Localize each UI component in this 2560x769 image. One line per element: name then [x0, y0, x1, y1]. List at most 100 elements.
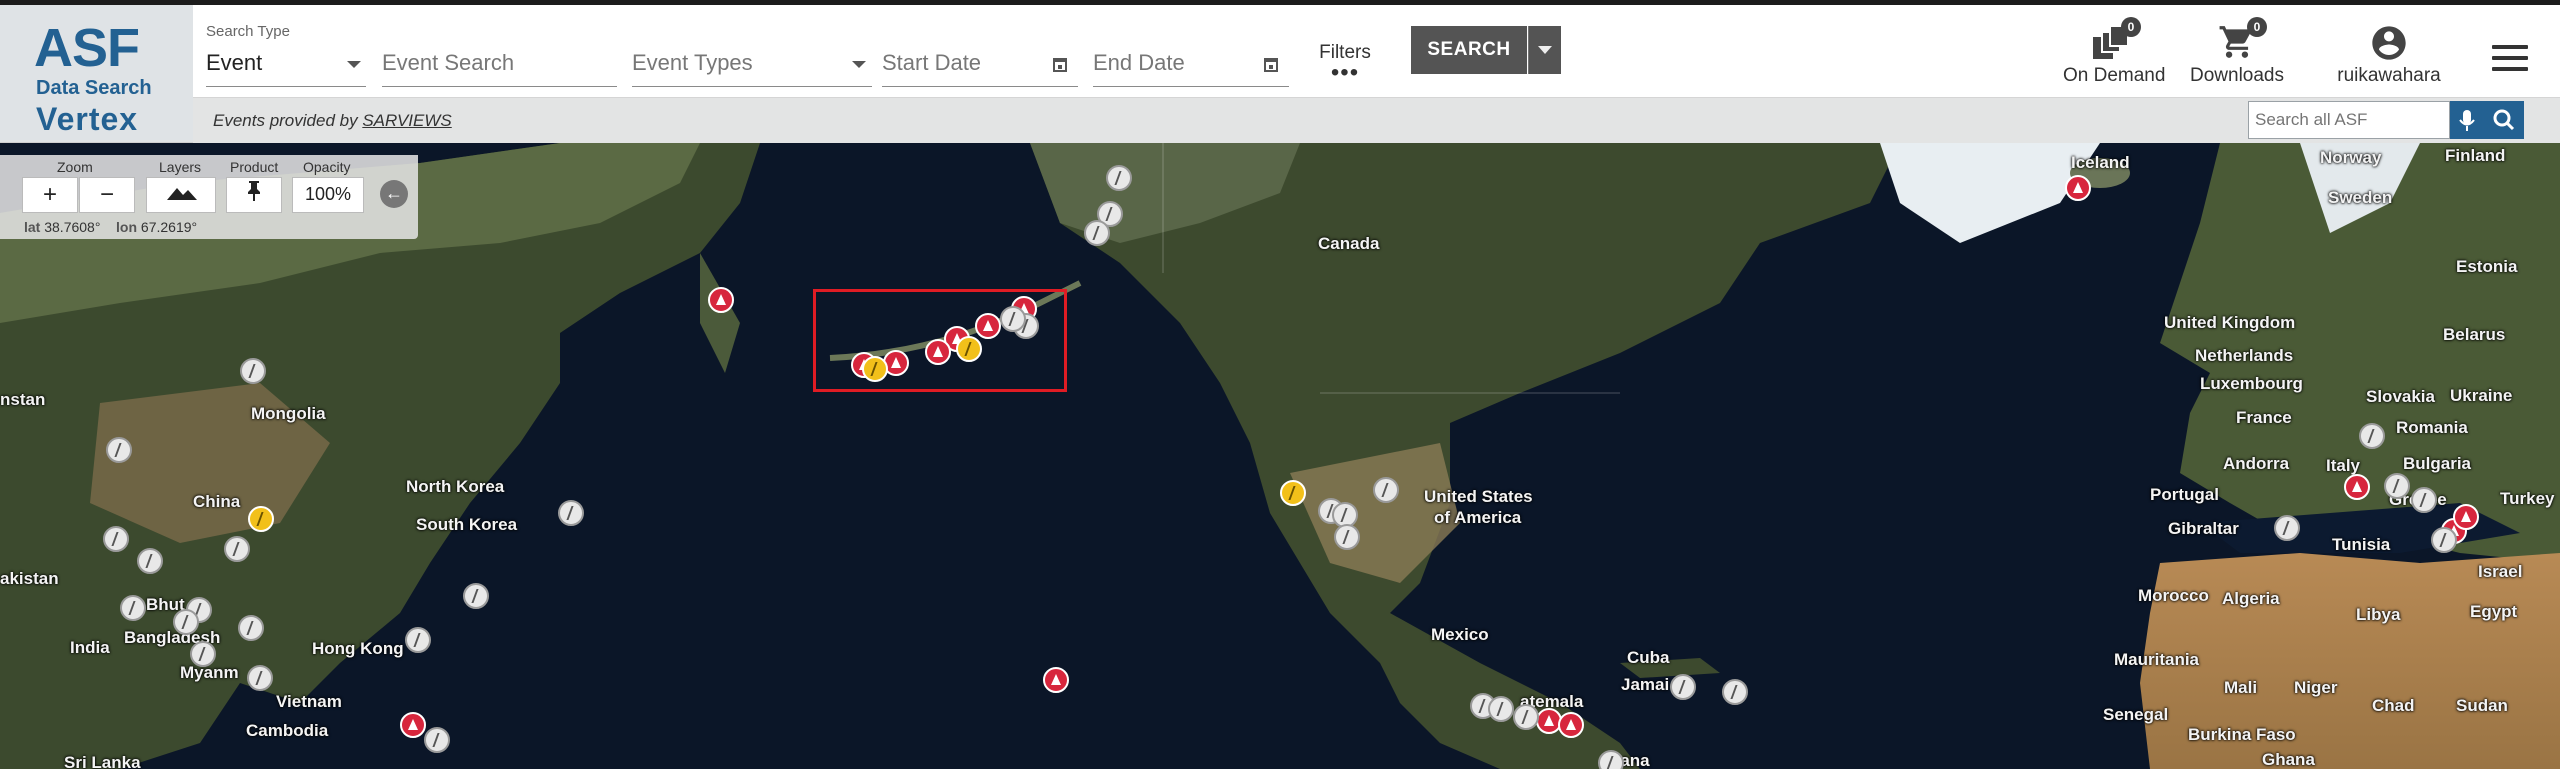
area-of-interest-rectangle[interactable] [813, 289, 1067, 392]
earthquake-marker[interactable] [2431, 527, 2457, 553]
account-circle-icon [2369, 23, 2409, 61]
label-libya: Libya [2356, 605, 2401, 624]
earthquake-marker[interactable] [240, 358, 266, 384]
lat-value: 38.7608° [44, 219, 101, 235]
field-underline [882, 86, 1078, 87]
label-india: India [70, 638, 110, 657]
earthquake-marker[interactable] [2384, 473, 2410, 499]
earthquake-marker[interactable] [190, 641, 216, 667]
earthquake-marker[interactable] [2274, 515, 2300, 541]
microphone-icon[interactable] [2450, 101, 2484, 139]
volcano-marker[interactable] [400, 712, 426, 738]
volcano-marker[interactable] [2344, 474, 2370, 500]
sarviews-link[interactable]: SARVIEWS [362, 111, 451, 130]
label-france: France [2236, 408, 2292, 427]
earthquake-marker[interactable] [120, 595, 146, 621]
logo-asf-text: ASF [34, 18, 140, 78]
earthquake-marker[interactable] [103, 526, 129, 552]
logo-product-name: Vertex [36, 101, 139, 137]
product-label: Product [230, 159, 279, 175]
earthquake-marker[interactable] [424, 727, 450, 753]
earthquake-marker[interactable] [2411, 487, 2437, 513]
downloads-button[interactable]: 0 Downloads [2187, 17, 2287, 87]
on-demand-icon: 0 [2091, 17, 2141, 61]
earthquake-marker[interactable] [405, 627, 431, 653]
label-sweden: Sweden [2328, 188, 2393, 207]
volcano-marker[interactable] [708, 287, 734, 313]
label-luxembourg: Luxembourg [2200, 374, 2303, 393]
label-mongolia: Mongolia [251, 404, 326, 423]
earthquake-marker[interactable] [463, 583, 489, 609]
product-pin-button[interactable] [226, 177, 282, 213]
label-north-korea: North Korea [406, 477, 505, 496]
event-search-placeholder: Event Search [382, 50, 515, 75]
earthquake-marker[interactable] [224, 536, 250, 562]
label-myanmar: Myanm [180, 663, 239, 682]
calendar-icon[interactable] [1264, 58, 1278, 72]
label-cuba: Cuba [1627, 648, 1670, 667]
label-hong-kong: Hong Kong [312, 639, 404, 658]
earthquake-marker-highlighted[interactable] [1280, 480, 1306, 506]
earthquake-marker[interactable] [1106, 165, 1132, 191]
asf-site-search-input[interactable] [2248, 101, 2450, 139]
volcano-marker[interactable] [2453, 504, 2479, 530]
earthquake-marker[interactable] [1334, 524, 1360, 550]
field-underline [632, 86, 872, 87]
earthquake-marker[interactable] [1488, 696, 1514, 722]
label-china: China [193, 492, 241, 511]
search-button[interactable]: SEARCH [1411, 26, 1527, 74]
event-search-input[interactable]: Event Search [382, 23, 617, 87]
label-portugal: Portugal [2150, 485, 2219, 504]
label-mexico: Mexico [1431, 625, 1489, 644]
field-underline [1093, 86, 1289, 87]
label-senegal: Senegal [2103, 705, 2169, 724]
layers-button[interactable] [146, 177, 216, 213]
start-date-input[interactable]: Start Date [882, 23, 1078, 87]
label-norway: Norway [2320, 148, 2382, 167]
earthquake-marker[interactable] [1598, 750, 1624, 769]
main-menu-icon[interactable] [2492, 45, 2528, 73]
downloads-label: Downloads [2190, 65, 2284, 86]
earthquake-marker[interactable] [558, 500, 584, 526]
label-south-korea: South Korea [416, 515, 518, 534]
search-icon[interactable] [2484, 101, 2524, 139]
lon-value: 67.2619° [140, 219, 198, 235]
earthquake-marker[interactable] [1722, 679, 1748, 705]
search-type-select[interactable]: Search Type Event [206, 23, 366, 87]
earthquake-marker[interactable] [2359, 423, 2385, 449]
zoom-label: Zoom [57, 159, 93, 175]
zoom-in-button[interactable]: + [22, 177, 78, 213]
collapse-arrow-icon[interactable]: ← [380, 180, 408, 208]
search-options-dropdown[interactable] [1528, 26, 1561, 74]
earthquake-marker[interactable] [1084, 220, 1110, 246]
event-types-select[interactable]: Event Types [632, 23, 872, 87]
events-provider-note: Events provided by SARVIEWS [213, 111, 452, 131]
earthquake-marker[interactable] [106, 437, 132, 463]
earthquake-marker[interactable] [1670, 674, 1696, 700]
start-date-placeholder: Start Date [882, 50, 982, 75]
opacity-select[interactable]: 100% [292, 177, 364, 213]
earthquake-marker[interactable] [173, 609, 199, 635]
earthquake-marker[interactable] [137, 548, 163, 574]
volcano-marker[interactable] [1043, 667, 1069, 693]
field-underline [206, 86, 366, 87]
volcano-marker[interactable] [2065, 175, 2091, 201]
on-demand-label: On Demand [2063, 65, 2166, 86]
zoom-out-button[interactable]: − [79, 177, 135, 213]
map-controls-panel: Zoom Layers Product Opacity + − 100% ← l… [0, 155, 418, 239]
filters-button[interactable]: Filters ••• [1305, 42, 1385, 85]
earthquake-marker[interactable] [247, 665, 273, 691]
earthquake-marker[interactable] [238, 615, 264, 641]
earthquake-marker[interactable] [1373, 477, 1399, 503]
earthquake-marker[interactable] [1513, 704, 1539, 730]
label-algeria: Algeria [2222, 589, 2280, 608]
calendar-icon[interactable] [1053, 58, 1067, 72]
end-date-input[interactable]: End Date [1093, 23, 1289, 87]
volcano-marker[interactable] [1558, 712, 1584, 738]
label-mauritania: Mauritania [2114, 650, 2200, 669]
on-demand-button[interactable]: 0 On Demand [2063, 17, 2166, 87]
earthquake-marker-highlighted[interactable] [248, 506, 274, 532]
user-account-button[interactable]: ruikawahara [2334, 23, 2444, 87]
layers-label: Layers [159, 159, 202, 175]
asf-vertex-logo[interactable]: ASF Data Search Vertex [0, 5, 194, 142]
